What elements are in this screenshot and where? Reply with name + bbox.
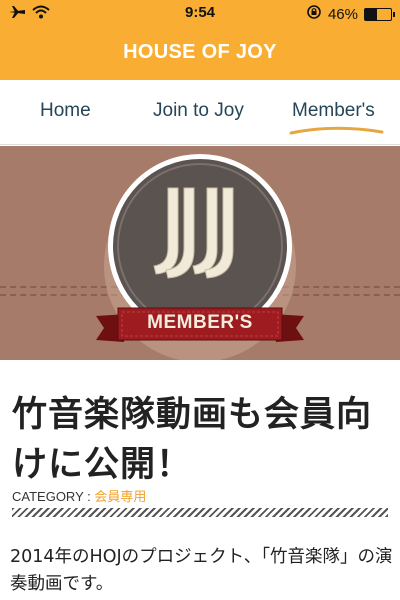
battery-percent: 46% (327, 5, 358, 23)
battery-fill (365, 8, 377, 20)
category-label: CATEGORY : (12, 489, 95, 504)
category-link[interactable]: 会員専用 (94, 489, 146, 504)
status-bar: 9:54 46% (0, 0, 400, 26)
article-category: CATEGORY : 会員専用 (12, 486, 146, 505)
ribbon-label: MEMBER'S (147, 312, 253, 333)
article-title: 竹音楽隊動画も会員向けに公開！ (12, 395, 373, 485)
nav-item-members[interactable]: Member's (292, 100, 375, 122)
battery-icon (364, 7, 395, 21)
app-title: HOUSE OF JOY (0, 26, 400, 80)
members-banner: MEMBER'S (0, 146, 400, 360)
nav-item-home[interactable]: Home (40, 100, 91, 122)
article-body: 2014年のHOJのプロジェクト、「竹音楽隊」の演奏動画です。 (10, 547, 393, 594)
nav-item-join-to-joy[interactable]: Join to Joy (153, 100, 244, 122)
nav-active-underline (289, 126, 384, 135)
divider (12, 508, 388, 517)
rotation-lock-icon (306, 4, 322, 24)
main-nav: Home Join to Joy Member's (0, 80, 400, 145)
